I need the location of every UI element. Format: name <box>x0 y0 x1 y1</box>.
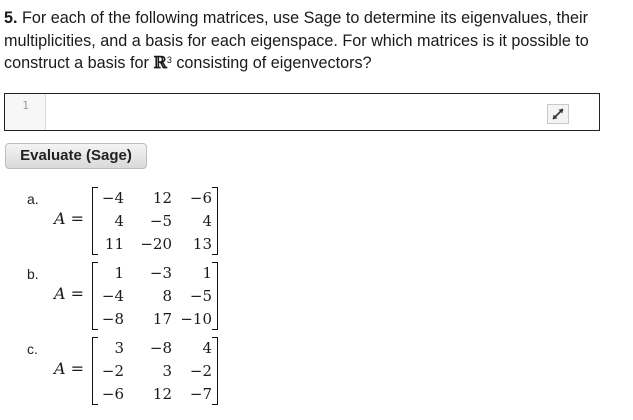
matrix-entry: −6 <box>189 189 212 207</box>
matrix-lhs: A = <box>54 284 84 303</box>
matrix-entry: 11 <box>104 235 124 253</box>
matrix-entry: 4 <box>202 339 212 357</box>
problem-text-end: consisting of eigenvectors? <box>171 54 372 72</box>
matrix-equation: A = 3 −8 4 −2 3 −2 −6 12 −7 <box>0 337 260 409</box>
right-bracket <box>212 187 218 255</box>
matrix-entry: 1 <box>114 264 124 282</box>
matrix-lhs: A = <box>54 209 84 228</box>
matrix-entry: 4 <box>114 212 124 230</box>
line-number-gutter: 1 <box>5 94 46 130</box>
dimension-exponent: 3 <box>166 55 172 65</box>
matrix-lhs: A = <box>54 359 84 378</box>
problem-statement: 5. For each of the following matrices, u… <box>4 7 626 75</box>
matrix-entry: 4 <box>202 212 212 230</box>
matrix-entry: −2 <box>189 362 212 380</box>
matrix-entry: 8 <box>162 287 172 305</box>
matrix-entry: 3 <box>114 339 124 357</box>
matrix-entry: −5 <box>149 212 172 230</box>
matrix-entry: 13 <box>192 235 212 253</box>
matrix-variable: A <box>54 359 66 378</box>
matrix-equation: A = −4 12 −6 4 −5 4 11 −20 13 <box>0 187 260 259</box>
sage-code-cell[interactable]: 1 <box>4 93 600 131</box>
equals-sign: = <box>65 209 85 228</box>
matrix-entry: −8 <box>149 339 172 357</box>
problem-number: 5. <box>4 9 18 27</box>
matrix-equation: A = 1 −3 1 −4 8 −5 −8 17 −10 <box>0 262 260 334</box>
matrix-entry: −10 <box>180 310 212 328</box>
expand-arrows-icon[interactable] <box>547 104 569 124</box>
matrix-entry: −6 <box>101 385 124 403</box>
matrix-entry: −2 <box>101 362 124 380</box>
real-numbers-symbol: ℝ <box>153 53 167 72</box>
matrix-variable: A <box>54 209 66 228</box>
matrix-entry: 12 <box>152 189 172 207</box>
line-number: 1 <box>22 99 29 112</box>
evaluate-sage-button[interactable]: Evaluate (Sage) <box>5 143 147 169</box>
matrix-entry: −7 <box>189 385 212 403</box>
matrix-entry: 3 <box>162 362 172 380</box>
equals-sign: = <box>65 359 85 378</box>
matrix-entry: −5 <box>189 287 212 305</box>
matrix-entry: −20 <box>140 235 172 253</box>
matrix-entry: −4 <box>101 287 124 305</box>
code-editor[interactable] <box>47 94 555 130</box>
matrix-entry: −4 <box>101 189 124 207</box>
matrix-entry: −3 <box>149 264 172 282</box>
matrix-variable: A <box>54 284 66 303</box>
right-bracket <box>212 262 218 330</box>
matrix-entry: 1 <box>202 264 212 282</box>
equals-sign: = <box>65 284 85 303</box>
matrix-entry: 17 <box>152 310 172 328</box>
matrix-entry: −8 <box>101 310 124 328</box>
matrix-entry: 12 <box>152 385 172 403</box>
right-bracket <box>212 337 218 405</box>
